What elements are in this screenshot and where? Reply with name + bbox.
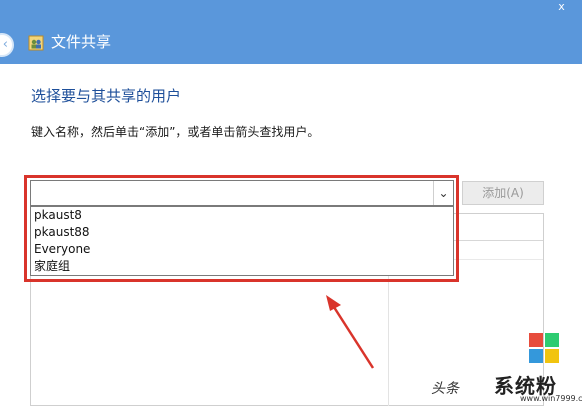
windows-logo-icon — [529, 333, 559, 363]
annotation-arrow — [326, 295, 375, 369]
watermark-prefix: 头条 — [431, 381, 459, 397]
watermark-url: www.win7999.com — [520, 394, 582, 403]
